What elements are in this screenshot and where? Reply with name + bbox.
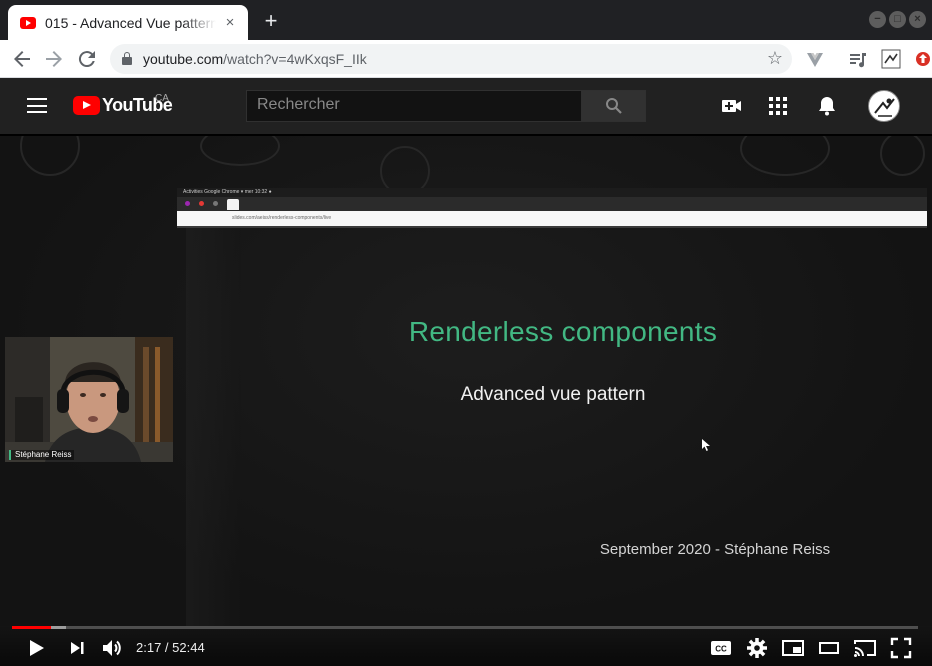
address-bar[interactable]: youtube.com/watch?v=4wKxqsF_IIk ☆	[110, 44, 792, 74]
new-tab-button[interactable]: +	[258, 8, 284, 34]
lock-icon	[122, 52, 132, 65]
slide-title: Renderless components	[408, 316, 718, 347]
recorded-sidebar-shade	[186, 228, 241, 626]
background-doodle	[20, 136, 80, 176]
vue-devtools-extension-icon[interactable]	[805, 49, 825, 69]
slide-subtitle: Advanced vue pattern	[460, 384, 646, 405]
back-button[interactable]	[10, 47, 34, 71]
recorded-topbar-text: Activities Google Chrome ▾ mer 10:32 ●	[177, 188, 927, 197]
theater-mode-icon	[819, 642, 839, 654]
browser-tab-strip: 015 - Advanced Vue patterns × + − □ ×	[0, 0, 932, 40]
forward-button[interactable]	[42, 47, 66, 71]
svg-text:CC: CC	[715, 645, 727, 654]
recorded-browser-bar: Activities Google Chrome ▾ mer 10:32 ● s…	[177, 188, 927, 228]
fullscreen-button[interactable]	[889, 636, 913, 660]
gear-icon	[747, 638, 767, 658]
recorded-tab-icon	[213, 201, 218, 206]
search-button[interactable]	[581, 90, 646, 122]
recorded-tab-icon	[199, 201, 204, 206]
next-button[interactable]	[65, 636, 89, 660]
browser-tab-active[interactable]: 015 - Advanced Vue patterns ×	[8, 5, 248, 40]
play-button[interactable]	[24, 636, 48, 660]
bookmark-star-icon[interactable]: ☆	[767, 48, 783, 69]
guide-menu-icon[interactable]	[27, 98, 47, 113]
close-tab-icon[interactable]: ×	[222, 14, 238, 31]
notifications-bell-icon[interactable]	[815, 94, 839, 118]
slide-footer: September 2020 - Stéphane Reiss	[599, 541, 831, 558]
player-controls: 2:17 / 52:44 CC	[0, 626, 932, 666]
duration: 52:44	[172, 640, 205, 655]
webcam-name-label: Stéphane Reiss	[9, 450, 75, 460]
time-display: 2:17 / 52:44	[136, 640, 205, 655]
reload-button[interactable]	[75, 47, 99, 71]
recorded-tab-icon	[185, 201, 190, 206]
youtube-favicon-icon	[20, 16, 36, 29]
webcam-overlay: Stéphane Reiss	[5, 337, 173, 462]
update-extension-icon[interactable]	[913, 49, 932, 69]
miniplayer-button[interactable]	[781, 636, 805, 660]
playlist-extension-icon[interactable]	[848, 49, 868, 69]
recorded-tabs	[177, 197, 927, 211]
create-video-icon[interactable]	[720, 94, 744, 118]
search-input[interactable]: Rechercher	[246, 90, 582, 122]
user-avatar[interactable]	[868, 90, 900, 122]
recorded-active-tab	[227, 199, 239, 210]
progress-bar[interactable]	[12, 626, 918, 629]
youtube-play-logo-icon	[73, 96, 100, 115]
tab-title: 015 - Advanced Vue patterns	[45, 14, 216, 31]
video-frame: Activities Google Chrome ▾ mer 10:32 ● s…	[0, 136, 932, 626]
settings-button[interactable]	[745, 636, 769, 660]
background-doodle	[880, 136, 925, 176]
youtube-masthead: YouTube CA Rechercher	[0, 78, 932, 134]
volume-icon	[103, 640, 121, 656]
recorded-url-text: slides.com/aeiss/renderless-components/l…	[177, 211, 927, 226]
theater-mode-button[interactable]	[817, 636, 841, 660]
cast-icon	[854, 640, 876, 657]
play-icon	[30, 640, 44, 656]
mute-button[interactable]	[100, 636, 124, 660]
apps-grid-icon[interactable]	[769, 97, 787, 115]
subtitles-button[interactable]: CC	[709, 636, 733, 660]
close-window-icon[interactable]: ×	[909, 11, 926, 28]
cursor-icon	[702, 439, 710, 451]
region-label: CA	[155, 93, 169, 104]
miniplayer-icon	[782, 640, 804, 656]
cast-button[interactable]	[853, 636, 877, 660]
profile-extension-icon[interactable]	[881, 49, 901, 69]
video-player[interactable]: Activities Google Chrome ▾ mer 10:32 ● s…	[0, 136, 932, 666]
closed-captions-icon: CC	[711, 641, 731, 655]
current-time: 2:17	[136, 640, 162, 655]
background-doodle	[740, 136, 830, 176]
progress-played	[12, 626, 52, 629]
browser-toolbar: youtube.com/watch?v=4wKxqsF_IIk ☆	[0, 40, 932, 78]
background-doodle	[200, 136, 280, 166]
maximize-window-icon[interactable]: □	[889, 11, 906, 28]
search-icon	[606, 98, 622, 114]
skip-next-icon	[71, 642, 84, 654]
minimize-window-icon[interactable]: −	[869, 11, 886, 28]
fullscreen-icon	[890, 637, 912, 659]
url-text: youtube.com/watch?v=4wKxqsF_IIk	[143, 51, 367, 67]
presenter-webcam-image	[5, 337, 173, 462]
